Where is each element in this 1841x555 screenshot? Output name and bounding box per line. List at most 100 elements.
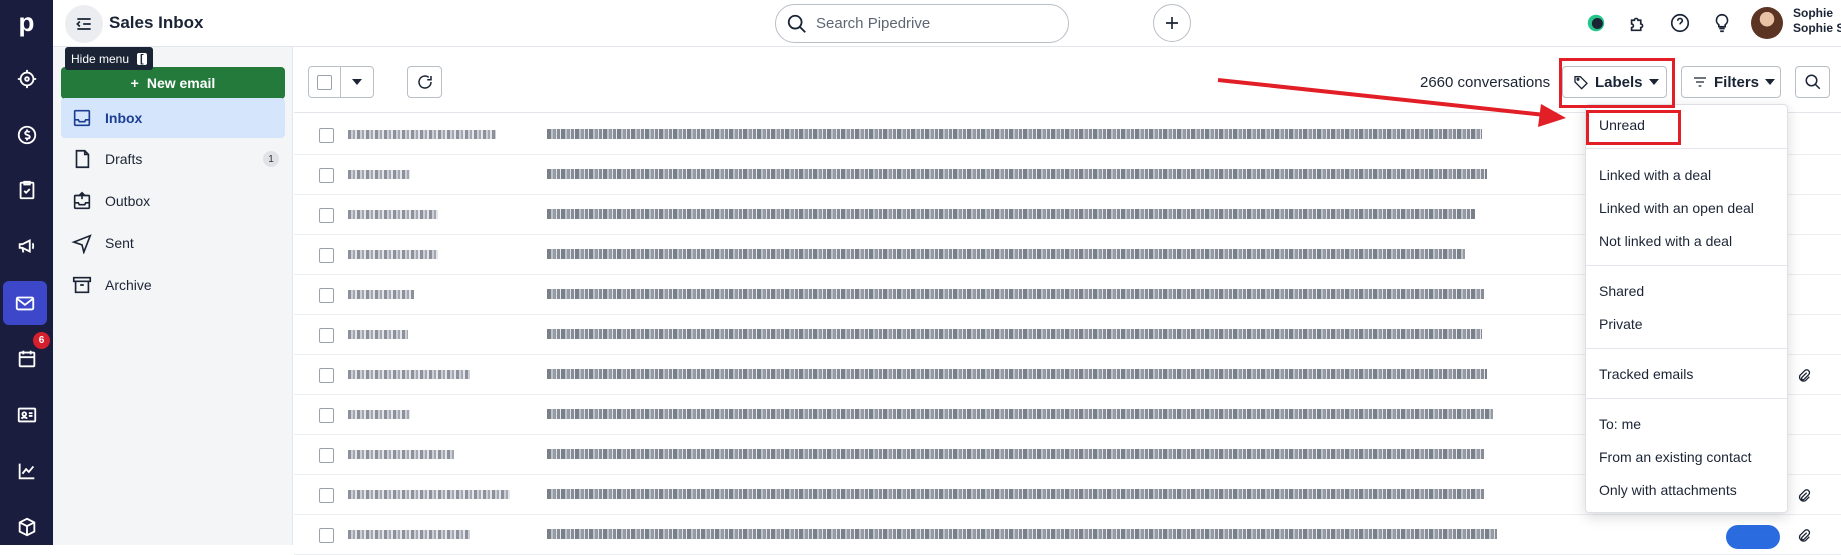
hide-menu-button[interactable] <box>65 5 103 43</box>
search-icon <box>1805 74 1820 90</box>
sidebar-item-inbox[interactable]: Inbox <box>61 98 285 138</box>
filter-icon <box>1694 77 1706 87</box>
row-checkbox[interactable] <box>319 408 334 423</box>
document-icon <box>75 149 90 169</box>
pipedrive-logo[interactable]: p <box>0 0 53 44</box>
caret-down-icon <box>352 79 362 85</box>
table-row[interactable] <box>294 515 1841 555</box>
plus-icon: + <box>130 75 139 91</box>
menu-item-to-me[interactable]: To: me <box>1599 416 1641 432</box>
blurred-subject <box>547 249 1465 259</box>
menu-divider <box>1586 148 1787 149</box>
row-checkbox[interactable] <box>319 288 334 303</box>
paperclip-icon <box>1798 369 1811 382</box>
mail-sidebar: + New email Inbox Drafts 1 Outbox Sent A… <box>53 47 293 545</box>
row-checkbox[interactable] <box>319 128 334 143</box>
caret-down-icon <box>1765 79 1776 85</box>
contact-card-icon[interactable] <box>0 393 53 437</box>
search-placeholder: Search Pipedrive <box>816 15 931 32</box>
chart-line-icon[interactable] <box>0 449 53 493</box>
paperclip-icon <box>1798 529 1811 542</box>
menu-item-linked-deal[interactable]: Linked with a deal <box>1599 167 1711 183</box>
mail-icon[interactable] <box>3 281 47 325</box>
blurred-sender <box>348 530 470 539</box>
menu-divider <box>1586 398 1787 399</box>
sidebar-item-label: Sent <box>105 235 134 251</box>
blurred-subject <box>547 209 1475 219</box>
labels-highlight-box <box>1559 58 1675 108</box>
sidebar-item-label: Outbox <box>105 193 151 209</box>
tooltip-shortcut: [ <box>137 52 147 65</box>
blurred-sender <box>348 490 510 499</box>
quick-add-button[interactable] <box>1153 4 1191 42</box>
calendar-badge: 6 <box>33 332 50 349</box>
nav-rail: p 6 <box>0 0 53 545</box>
avatar[interactable] <box>1751 7 1783 39</box>
blurred-subject <box>547 329 1482 339</box>
dollar-icon[interactable] <box>0 113 53 157</box>
filters-label: Filters <box>1714 73 1760 91</box>
inbox-icon <box>73 109 91 127</box>
blurred-sender <box>348 210 438 219</box>
menu-item-shared[interactable]: Shared <box>1599 283 1644 299</box>
sidebar-item-label: Archive <box>105 277 152 293</box>
row-checkbox[interactable] <box>319 248 334 263</box>
blurred-sender <box>348 330 408 339</box>
blurred-subject <box>547 489 1484 499</box>
menu-item-tracked-emails[interactable]: Tracked emails <box>1599 366 1693 382</box>
sidebar-item-drafts[interactable]: Drafts 1 <box>61 139 285 179</box>
megaphone-icon[interactable] <box>0 224 53 268</box>
blurred-sender <box>348 250 438 259</box>
row-checkbox[interactable] <box>319 448 334 463</box>
row-checkbox[interactable] <box>319 488 334 503</box>
page-title: Sales Inbox <box>109 13 204 32</box>
sidebar-item-label: Drafts <box>105 151 143 167</box>
insights-icon[interactable] <box>1583 10 1609 36</box>
target-icon[interactable] <box>0 57 53 101</box>
lightbulb-icon[interactable] <box>1709 10 1735 36</box>
box-icon[interactable] <box>0 505 53 549</box>
sidebar-item-outbox[interactable]: Outbox <box>61 181 285 221</box>
new-email-button[interactable]: + New email <box>61 67 285 99</box>
paperclip-icon <box>1798 489 1811 502</box>
blurred-subject <box>547 449 1484 459</box>
select-options-dropdown[interactable] <box>341 67 373 97</box>
filters-button[interactable]: Filters <box>1681 66 1781 98</box>
send-icon <box>71 234 92 254</box>
help-icon[interactable] <box>1667 10 1693 36</box>
blurred-sender <box>348 370 470 379</box>
menu-item-private[interactable]: Private <box>1599 316 1643 332</box>
blurred-subject <box>547 409 1493 419</box>
refresh-icon <box>417 75 432 89</box>
sidebar-item-label: Inbox <box>105 110 143 126</box>
menu-item-with-attachments[interactable]: Only with attachments <box>1599 482 1737 498</box>
refresh-button[interactable] <box>407 66 442 98</box>
menu-item-linked-open-deal[interactable]: Linked with an open deal <box>1599 200 1754 216</box>
user-menu[interactable]: Sophie Sophie S <box>1793 6 1841 36</box>
blurred-sender <box>348 410 410 419</box>
user-full-name: Sophie S <box>1793 21 1841 35</box>
unread-highlight-box <box>1586 110 1681 145</box>
row-checkbox[interactable] <box>319 528 334 543</box>
row-checkbox[interactable] <box>319 328 334 343</box>
clipboard-check-icon[interactable] <box>0 168 53 212</box>
blurred-sender <box>348 130 496 139</box>
menu-item-not-linked-deal[interactable]: Not linked with a deal <box>1599 233 1732 249</box>
row-checkbox[interactable] <box>319 208 334 223</box>
blurred-subject <box>547 169 1487 179</box>
blurred-subject <box>547 289 1484 299</box>
menu-item-existing-contact[interactable]: From an existing contact <box>1599 449 1752 465</box>
select-all-checkbox[interactable] <box>309 67 341 97</box>
sidebar-item-sent[interactable]: Sent <box>61 223 285 263</box>
search-input[interactable]: Search Pipedrive <box>775 4 1069 43</box>
menu-divider <box>1586 348 1787 349</box>
blurred-subject <box>547 369 1487 379</box>
mail-search-button[interactable] <box>1795 66 1830 98</box>
sidebar-item-archive[interactable]: Archive <box>61 265 285 305</box>
bulk-select[interactable] <box>308 66 374 98</box>
plus-icon <box>1166 17 1178 29</box>
puzzle-icon[interactable] <box>1625 10 1651 36</box>
row-checkbox[interactable] <box>319 168 334 183</box>
row-checkbox[interactable] <box>319 368 334 383</box>
share-toggle-button[interactable] <box>1726 525 1780 549</box>
